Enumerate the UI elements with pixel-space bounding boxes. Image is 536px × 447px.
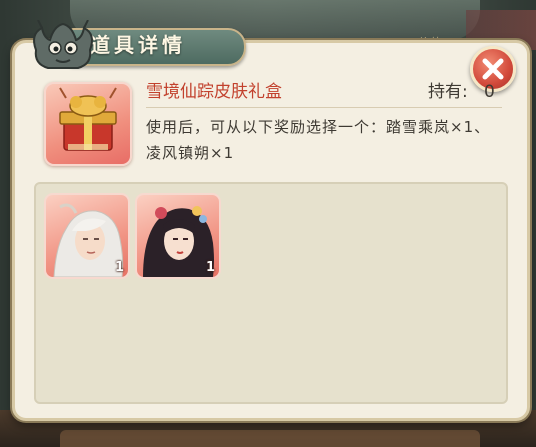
- reward-item-1[interactable]: 1: [44, 193, 130, 279]
- held-count: 0: [484, 82, 495, 102]
- gift-box-icon: [44, 82, 132, 166]
- item-description: 使用后，可从以下奖励选择一个：踏雪乘岚×1、凌风镇朔×1: [146, 118, 491, 162]
- background-bottom-strip: [60, 430, 480, 447]
- item-name: 雪境仙踪皮肤礼盒: [146, 82, 282, 102]
- close-icon: [482, 58, 504, 80]
- dragon-mascot-icon: [33, 20, 93, 69]
- held-label: 持有:: [428, 82, 468, 102]
- divider: [146, 107, 502, 108]
- reward-count: 1: [205, 260, 215, 275]
- dialog-title: 道具详情: [90, 33, 186, 57]
- reward-item-2[interactable]: 1: [135, 193, 221, 279]
- reward-count: 1: [114, 260, 124, 275]
